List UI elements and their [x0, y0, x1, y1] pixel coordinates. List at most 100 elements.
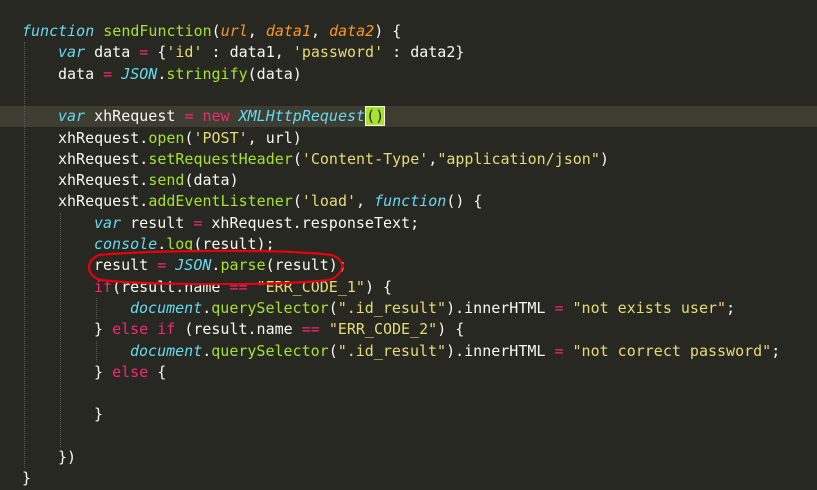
indent-guide [96, 340, 97, 362]
code-token: ).innerHTML [446, 341, 555, 360]
code-token: "not correct password" [572, 341, 772, 360]
code-line[interactable]: if(result.name == "ERR_CODE_1") { [0, 277, 817, 298]
code-token: parse [220, 256, 266, 275]
code-token: if [94, 277, 113, 296]
code-token: addEventListener [148, 192, 293, 211]
code-token: ".id_result" [337, 298, 447, 317]
code-line[interactable] [0, 426, 817, 447]
code-token: JSON [121, 64, 158, 83]
code-token: . [157, 235, 167, 253]
code-token: = [554, 341, 573, 360]
code-line-text: } [22, 468, 31, 489]
code-token: ).innerHTML [446, 298, 555, 317]
code-line-text: if(result.name == "ERR_CODE_1") { [94, 277, 392, 298]
code-token: "ERR_CODE_1" [256, 277, 365, 296]
code-line[interactable]: xhRequest.open('POST', url) [0, 128, 817, 149]
code-token: data [58, 64, 104, 83]
code-token: else if [112, 320, 185, 339]
code-token: } [94, 405, 104, 424]
code-token: ( [292, 192, 302, 211]
code-line-text: xhRequest.setRequestHeader('Content-Type… [58, 149, 609, 170]
code-token: ) [599, 149, 609, 168]
code-token: var [58, 107, 95, 126]
code-token: document [130, 298, 203, 317]
code-token: () { [446, 192, 483, 211]
code-token: xhRequest. [58, 149, 149, 168]
indent-guide [96, 297, 97, 320]
code-token: log [166, 235, 194, 253]
code-line[interactable]: var data = {'id' : data1, 'password' : d… [0, 42, 817, 63]
code-line[interactable]: } [0, 404, 817, 425]
code-line-text: xhRequest.open('POST', url) [58, 128, 302, 149]
code-token: (result.name [112, 277, 230, 296]
code-token: == [229, 277, 257, 296]
code-token: = [184, 107, 203, 126]
code-token: , [247, 22, 266, 40]
code-line[interactable] [0, 383, 817, 404]
code-token: data2 [329, 22, 375, 40]
code-token: (data) [247, 64, 302, 83]
code-line-text: console.log(result); [94, 234, 275, 255]
code-token: (result.name [184, 320, 302, 339]
code-token: = [103, 64, 122, 83]
code-token: (result); [265, 256, 347, 275]
code-token: ( [328, 298, 338, 317]
code-line-text: document.querySelector(".id_result").inn… [130, 298, 735, 319]
code-line[interactable]: function sendFunction(url, data1, data2)… [0, 21, 817, 42]
code-token: var [94, 213, 131, 232]
code-token: } [94, 320, 113, 339]
code-line[interactable]: } [0, 468, 817, 489]
code-line[interactable]: }) [0, 447, 817, 468]
code-line[interactable]: var xhRequest = new XMLHttpRequest() [0, 106, 817, 128]
code-token: = [157, 256, 176, 275]
code-line[interactable]: result = JSON.parse(result); [0, 255, 817, 276]
code-token: new [202, 107, 239, 126]
code-token: "not exists user" [572, 298, 727, 317]
code-token: xhRequest. [58, 128, 149, 147]
code-token: function [374, 192, 447, 211]
code-line[interactable]: document.querySelector(".id_result").inn… [0, 298, 817, 319]
code-line-text: }) [58, 447, 76, 468]
matched-bracket: () [365, 106, 386, 127]
code-line-text: var data = {'id' : data1, 'password' : d… [58, 42, 464, 63]
indent-guide [24, 42, 25, 469]
code-line-text: var xhRequest = new XMLHttpRequest() [58, 106, 386, 127]
indent-guide [60, 212, 61, 447]
code-token: = [554, 298, 573, 317]
code-token: function [22, 22, 104, 40]
code-token: document [130, 341, 203, 360]
code-token: data [94, 43, 140, 62]
code-editor[interactable]: function sendFunction(url, data1, data2)… [0, 0, 817, 490]
code-token: 'POST' [193, 128, 248, 147]
code-line[interactable]: xhRequest.addEventListener('load', funct… [0, 191, 817, 212]
code-token: ) { [364, 277, 393, 296]
code-token: querySelector [211, 341, 329, 360]
code-token: ) { [437, 320, 465, 339]
code-line-text: } [94, 404, 103, 425]
code-token: sendFunction [103, 22, 212, 40]
code-line[interactable]: } else if (result.name == "ERR_CODE_2") … [0, 319, 817, 340]
code-token: ; [771, 341, 781, 360]
code-token: 'load' [301, 192, 357, 211]
code-token: (data) [184, 171, 239, 190]
code-token: } [94, 362, 113, 381]
code-token: (result); [193, 235, 275, 253]
code-token: : data2} [383, 43, 465, 62]
code-line[interactable]: console.log(result); [0, 234, 817, 255]
code-token: . [202, 298, 212, 317]
code-token: ( [328, 341, 338, 360]
code-line-text: } else { [94, 362, 166, 383]
code-token: console [94, 235, 158, 253]
code-token: JSON [175, 256, 212, 275]
code-line[interactable]: xhRequest.setRequestHeader('Content-Type… [0, 149, 817, 170]
code-line[interactable] [0, 85, 817, 106]
code-line[interactable]: data = JSON.stringify(data) [0, 64, 817, 85]
code-token: { [157, 362, 167, 381]
code-line[interactable]: } else { [0, 362, 817, 383]
code-line[interactable]: var result = xhRequest.responseText; [0, 213, 817, 234]
code-line-text: document.querySelector(".id_result").inn… [130, 341, 780, 362]
code-line[interactable]: xhRequest.send(data) [0, 170, 817, 191]
code-token: . [202, 341, 212, 360]
code-line[interactable]: document.querySelector(".id_result").inn… [0, 341, 817, 362]
code-token: querySelector [211, 298, 329, 317]
